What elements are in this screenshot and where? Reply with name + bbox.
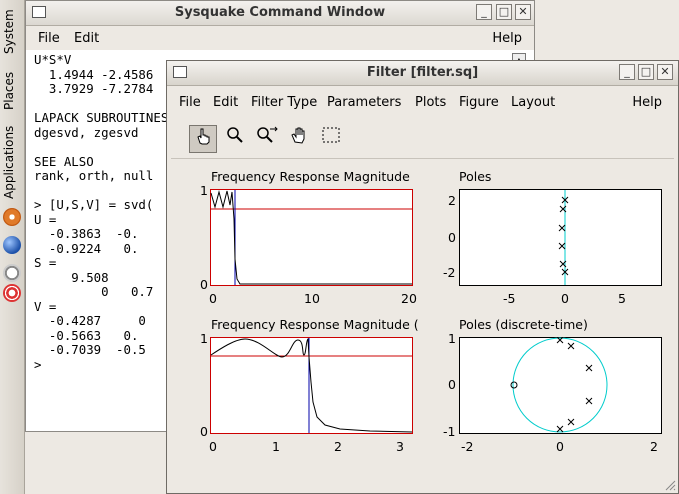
plot1-canvas[interactable] [210,189,414,287]
minimize-button[interactable]: _ [619,64,635,80]
maximize-button[interactable]: □ [638,64,654,80]
menu-figure[interactable]: Figure [459,95,499,110]
plot1-frame [210,189,413,286]
plot3-ytick: 1 [200,331,208,346]
plot3-canvas[interactable] [210,337,414,435]
close-button[interactable]: ✕ [657,64,673,80]
plot3-xtick: 3 [396,439,404,454]
command-window-titlebar[interactable]: Sysquake Command Window _ □ ✕ [26,1,534,26]
plot3-xtick: 0 [209,439,217,454]
plot4-xtick: -2 [461,439,474,454]
plot-area: Frequency Response Magnitude 1 0 0 10 20… [167,159,678,475]
command-menubar: File Edit Help [26,26,534,50]
help-lifebuoy-icon[interactable] [3,284,21,302]
plot-toolbar [167,119,678,159]
plot1-ytick: 0 [200,277,208,292]
plot1-title: Frequency Response Magnitude [211,169,410,184]
clock-icon[interactable] [3,264,21,282]
hand-pointer-icon[interactable] [189,125,217,153]
plot4-ytick: 0 [448,377,456,392]
plot4-ytick: 1 [448,331,456,346]
plot2-xtick: 0 [561,291,569,306]
plot2-frame [459,189,662,286]
ubuntu-logo-icon[interactable] [3,208,21,226]
plot2-ytick: -2 [443,265,456,280]
menu-file[interactable]: File [179,95,201,110]
filter-window-titlebar[interactable]: Filter [filter.sq] _ □ ✕ [167,61,678,86]
minimize-button[interactable]: _ [476,4,492,20]
menu-help[interactable]: Help [632,95,662,110]
plot4-xtick: 2 [650,439,658,454]
menu-file[interactable]: File [38,31,60,46]
menu-layout[interactable]: Layout [511,95,555,110]
filter-window: Filter [filter.sq] _ □ ✕ File Edit Filte… [166,60,679,494]
plot4-title: Poles (discrete-time) [459,317,588,332]
plot2-canvas[interactable] [459,189,663,287]
plot4-canvas[interactable] [459,337,663,435]
command-window-title: Sysquake Command Window [174,5,386,20]
plot1-xtick: 0 [209,291,217,306]
menu-parameters[interactable]: Parameters [327,95,401,110]
side-panel: System Places Applications [0,0,25,494]
resize-grip-icon[interactable] [664,479,676,491]
close-button[interactable]: ✕ [515,4,531,20]
zoom-x-icon[interactable] [253,125,281,153]
menu-edit[interactable]: Edit [74,31,99,46]
maximize-button[interactable]: □ [496,4,512,20]
select-rect-icon[interactable] [317,125,345,153]
plot3-xtick: 2 [334,439,342,454]
plot3-ytick: 0 [200,424,208,439]
plot1-xtick: 20 [401,291,417,306]
panel-places-menu[interactable]: Places [2,66,22,116]
filter-window-title: Filter [filter.sq] [366,65,479,80]
menu-help[interactable]: Help [492,31,522,46]
pan-hand-icon[interactable] [285,125,313,153]
plot4-ytick: -1 [443,424,456,439]
plot2-xtick: 5 [618,291,626,306]
filter-menubar: File Edit Filter Type Parameters Plots F… [167,86,678,120]
plot2-ytick: 2 [448,193,456,208]
web-browser-icon[interactable] [3,236,21,254]
menu-edit[interactable]: Edit [213,95,238,110]
plot2-title: Poles [459,169,492,184]
panel-system-menu[interactable]: System [2,4,22,60]
panel-applications-menu[interactable]: Applications [2,122,22,202]
plot4-frame [459,337,662,434]
menu-plots[interactable]: Plots [415,95,446,110]
plot3-title: Frequency Response Magnitude ( [211,317,419,332]
plot1-ytick: 1 [200,183,208,198]
zoom-icon[interactable] [221,125,249,153]
plot4-xtick: 0 [556,439,564,454]
plot2-ytick: 0 [448,230,456,245]
plot3-xtick: 1 [272,439,280,454]
plot1-xtick: 10 [304,291,320,306]
plot2-xtick: -5 [503,291,516,306]
menu-filter-type[interactable]: Filter Type [251,95,317,110]
